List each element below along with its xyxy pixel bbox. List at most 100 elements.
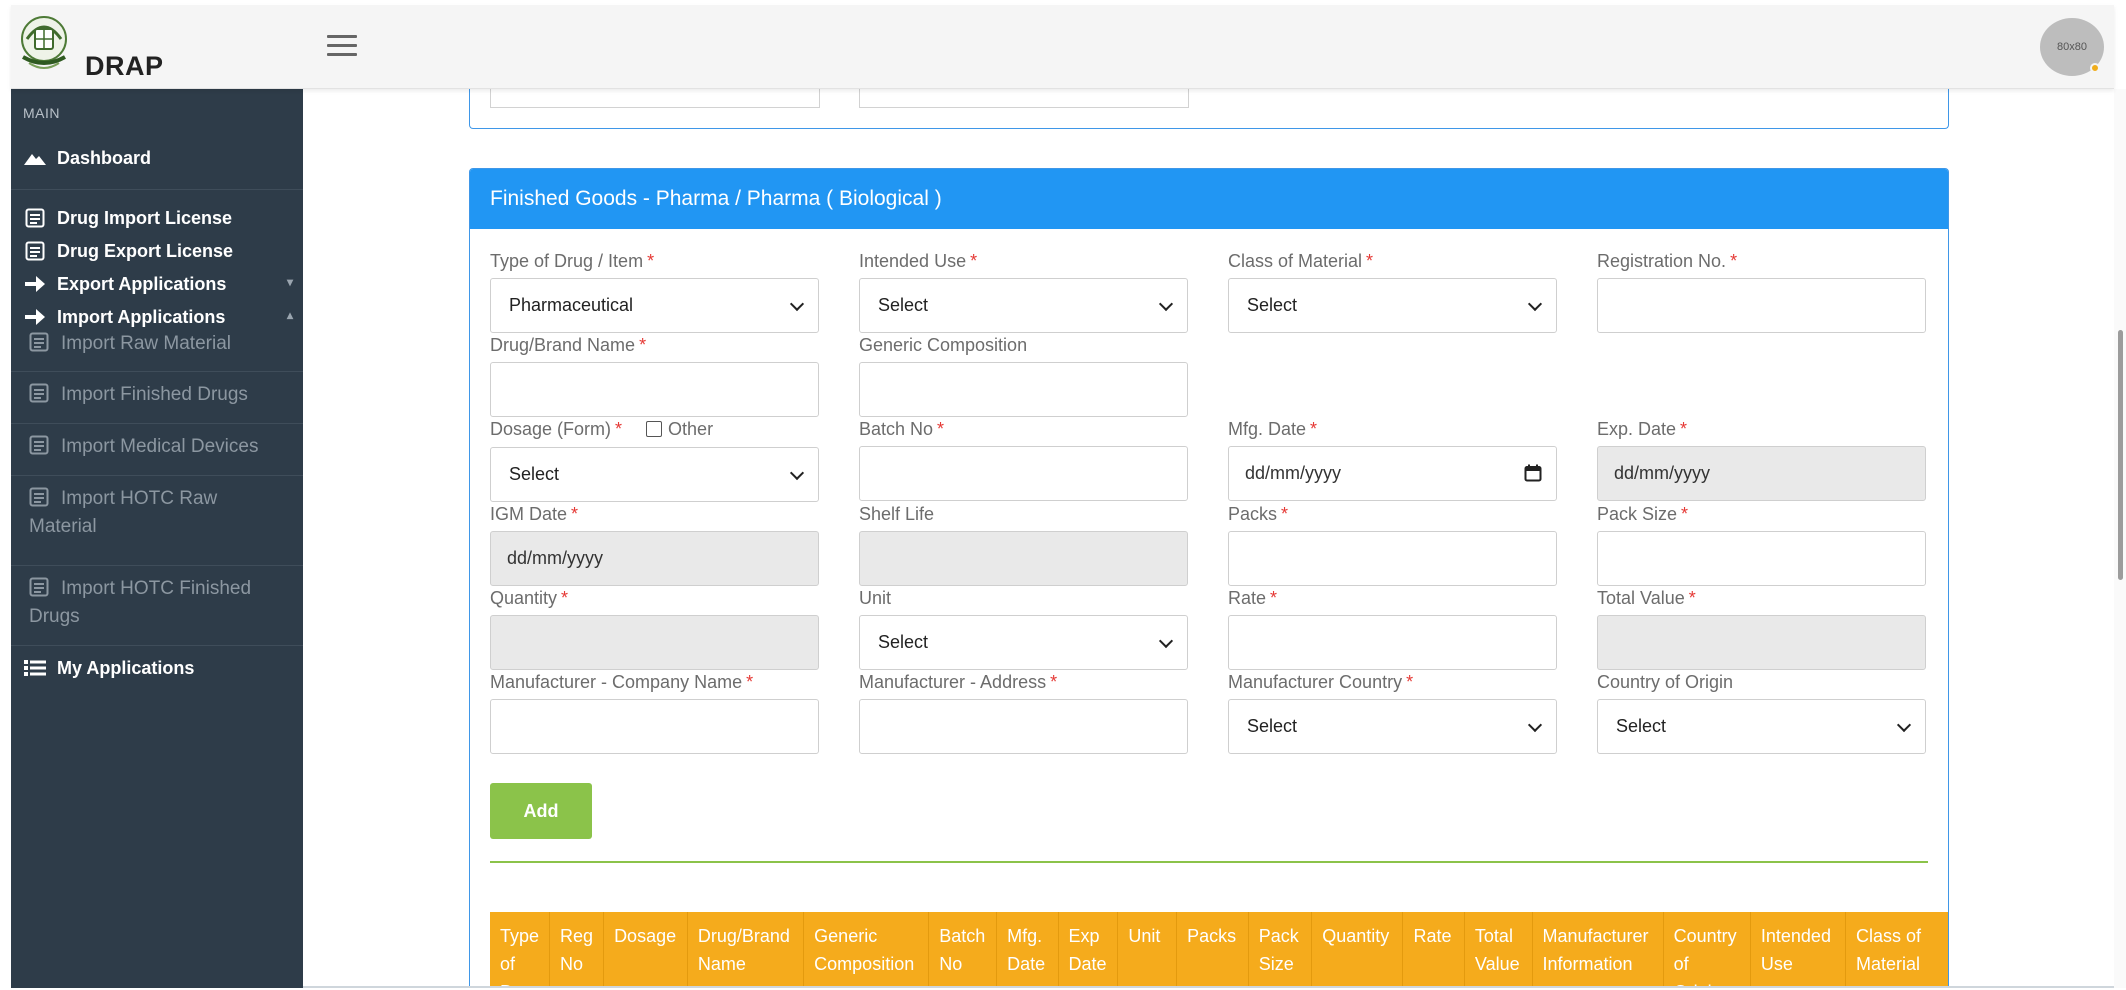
add-button[interactable]: Add [490,783,592,839]
pack-size-input[interactable] [1597,531,1926,586]
igm-date-input[interactable]: dd/mm/yyyy [490,531,819,586]
manufacturer-company-label: Manufacturer - Company Name * [490,672,753,693]
manufacturer-address-label: Manufacturer - Address * [859,672,1057,693]
chevron-down-icon: ▾ [286,275,293,289]
required-mark: * [746,672,754,692]
sidebar-divider [11,475,303,476]
label-text: Quantity [490,588,558,608]
column-header-country-of-origin: Country of Origin [1663,912,1751,988]
sidebar-subitem-import-medical-devices[interactable]: Import Medical Devices [29,433,291,461]
manufacturer-country-select[interactable]: Select [1228,699,1557,754]
quantity-label: Quantity * [490,588,568,609]
sidebar-divider [11,189,303,190]
generic-composition-input[interactable] [859,362,1188,417]
unit-select[interactable]: Select [859,615,1188,670]
required-mark: * [647,251,655,271]
sidebar-item-label: Dashboard [57,147,152,168]
total-value-input[interactable] [1597,615,1926,670]
sidebar-subitem-import-hotc-raw-material[interactable]: Import HOTC Raw Material [29,485,249,541]
column-header-unit: Unit [1117,912,1178,988]
dosage-form-select[interactable]: Select [490,447,819,502]
calendar-icon[interactable] [1524,464,1542,482]
sidebar-item-export-applications[interactable]: Export Applications ▾ [23,273,295,295]
manufacturer-address-input[interactable] [859,699,1188,754]
label-text: Intended Use [859,251,967,271]
sidebar-subitem-import-raw-material[interactable]: Import Raw Material [29,330,291,358]
exp-date-input[interactable]: dd/mm/yyyy [1597,446,1926,501]
label-text: Type of Drug / Item [490,251,644,271]
batch-no-label: Batch No * [859,419,944,440]
main-content: Finished Goods - Pharma / Pharma ( Biolo… [303,89,2114,988]
country-of-origin-select[interactable]: Select [1597,699,1926,754]
section-divider [490,861,1928,863]
required-mark: * [561,588,569,608]
label-text: Mfg. Date [1228,419,1307,439]
manufacturer-country-label: Manufacturer Country * [1228,672,1413,693]
label-text: Exp. Date [1597,419,1677,439]
list-document-icon [29,577,49,597]
generic-composition-label: Generic Composition [859,335,1028,355]
required-mark: * [1688,588,1696,608]
bottom-edge-line [11,986,2114,988]
dosage-other-checkbox[interactable] [646,421,663,437]
sidebar: MAIN Dashboard Drug Import License Drug … [11,89,303,988]
packs-input[interactable] [1228,531,1557,586]
list-document-icon [29,332,49,352]
column-header-brand-name: Drug/Brand Name [687,912,805,988]
sidebar-item-import-applications[interactable]: Import Applications ▴ [23,306,295,328]
batch-no-input[interactable] [859,446,1188,501]
sidebar-item-my-applications[interactable]: My Applications [23,657,295,679]
mountain-icon [23,147,47,169]
sidebar-subitem-import-hotc-finished-drugs[interactable]: Import HOTC Finished Drugs [29,575,269,631]
sidebar-item-label: Drug Import License [57,207,233,228]
column-header-type-of-drug: Type of Drug [490,912,551,988]
label-text: Class of Material [1228,251,1363,271]
column-header-reg-no: Reg No [549,912,605,988]
type-of-drug-select[interactable]: Pharmaceutical [490,278,819,333]
sidebar-item-drug-import-license[interactable]: Drug Import License [23,207,295,229]
column-header-rate: Rate [1402,912,1465,988]
sidebar-item-drug-export-license[interactable]: Drug Export License [23,240,295,262]
intended-use-select[interactable]: Select [859,278,1188,333]
items-table: Type of Drug Reg No Dosage Drug/Brand Na… [490,912,1948,988]
label-text: Registration No. [1597,251,1727,271]
previous-section-input[interactable] [859,89,1189,108]
sidebar-item-dashboard[interactable]: Dashboard [23,147,295,169]
required-mark: * [1310,419,1318,439]
total-value-label: Total Value * [1597,588,1696,609]
top-header: DRAP 80x80 [11,5,2114,89]
menu-toggle-icon[interactable] [327,35,357,59]
label-text: Drug/Brand Name [490,335,636,355]
sidebar-section-label: MAIN [23,105,60,121]
sidebar-subitem-label: Import Finished Drugs [61,384,248,405]
mfg-date-input[interactable]: dd/mm/yyyy [1228,446,1557,501]
column-header-manufacturer-information: Manufacturer Information [1532,912,1664,988]
sidebar-item-label: My Applications [57,657,195,678]
dosage-form-label: Dosage (Form) * Other [490,419,713,440]
brand-name: DRAP [85,51,164,81]
column-header-intended-use: Intended Use [1750,912,1847,988]
registration-no-input[interactable] [1597,278,1926,333]
label-text: Packs [1228,504,1278,524]
date-placeholder: dd/mm/yyyy [1245,463,1342,483]
brand-name-input[interactable] [490,362,819,417]
online-status-dot [2090,63,2100,73]
required-mark: * [639,335,647,355]
required-mark: * [1406,672,1414,692]
class-of-material-select[interactable]: Select [1228,278,1557,333]
shelf-life-input[interactable] [859,531,1188,586]
label-text: Pack Size [1597,504,1678,524]
unit-label: Unit [859,588,892,608]
rate-input[interactable] [1228,615,1557,670]
quantity-input[interactable] [490,615,819,670]
column-header-exp-date: Exp Date [1058,912,1119,988]
vertical-scrollbar-thumb[interactable] [2118,330,2123,580]
list-icon [23,657,47,679]
column-header-pack-size: Pack Size [1248,912,1313,988]
sidebar-subitem-import-finished-drugs[interactable]: Import Finished Drugs [29,381,291,409]
previous-section-input[interactable] [490,89,820,108]
sidebar-subitem-label: Import Medical Devices [61,436,259,457]
manufacturer-company-input[interactable] [490,699,819,754]
brand-name-label: Drug/Brand Name * [490,335,646,356]
exp-date-label: Exp. Date * [1597,419,1687,440]
